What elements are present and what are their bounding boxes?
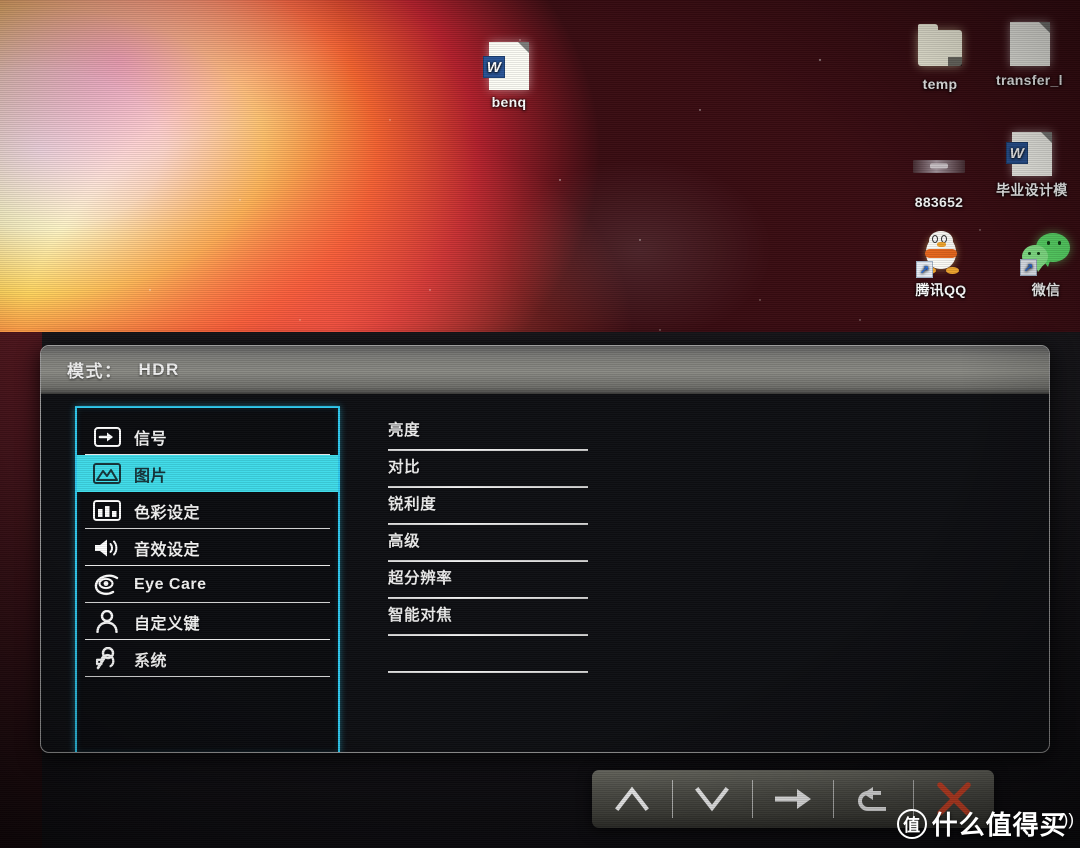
divider (85, 675, 330, 677)
sidebar-item-system[interactable]: 系统 (77, 640, 338, 677)
osd-mode-value: HDR (138, 359, 180, 379)
sidebar-item-signal[interactable]: 信号 (77, 418, 338, 455)
monitor-screen: W benq temp transfer_l 883652 W 毕业设计模 ↗ … (0, 0, 1080, 848)
undo-arrow-icon (856, 785, 892, 813)
sidebar-item-label: 系统 (134, 652, 168, 670)
osd-menu-panel: 模式： HDR 信号 图片 色彩设定 音效设定 Eye Care 自定义键 系统… (40, 345, 1050, 753)
desktop-icon-label: transfer_l (996, 72, 1063, 88)
shortcut-arrow-icon: ↗ (1020, 259, 1037, 276)
sidebar-item-color-settings[interactable]: 色彩设定 (77, 492, 338, 529)
desktop-icon-label: 毕业设计模 (996, 182, 1068, 198)
option-row-super-resolution[interactable]: 超分辨率 (388, 564, 588, 601)
osd-body: 信号 图片 色彩设定 音效设定 Eye Care 自定义键 系统 亮度 对比 锐… (41, 394, 1049, 752)
custom-key-icon (91, 610, 123, 634)
audio-settings-icon (91, 536, 123, 560)
osd-mode-label: 模式： (67, 362, 123, 381)
option-row-brightness[interactable]: 亮度 (388, 416, 588, 453)
divider (388, 597, 588, 599)
desktop-icon-benq[interactable]: W benq (463, 40, 555, 110)
desktop-dark-area-left (0, 332, 42, 848)
color-settings-icon (91, 499, 123, 523)
option-label: 超分辨率 (388, 570, 453, 587)
file-icon (996, 18, 1056, 70)
signal-icon (91, 425, 123, 449)
word-document-icon: W (996, 128, 1060, 180)
desktop-icon-label: 883652 (914, 194, 964, 210)
arrow-right-icon (773, 786, 813, 812)
word-document-icon: W (463, 40, 555, 92)
chevron-up-icon (614, 786, 649, 812)
sidebar-item-label: 自定义键 (134, 615, 201, 633)
divider (388, 486, 588, 488)
desktop-icon-883652[interactable]: 883652 (893, 140, 985, 210)
sidebar-item-picture[interactable]: 图片 (77, 455, 338, 492)
close-x-icon (935, 782, 973, 816)
sidebar-item-label: 音效设定 (134, 541, 201, 559)
osd-control-bar (592, 770, 994, 828)
divider (388, 523, 588, 525)
osd-sidebar: 信号 图片 色彩设定 音效设定 Eye Care 自定义键 系统 (75, 406, 340, 752)
desktop-icon-label: 腾讯QQ (915, 282, 967, 298)
enter-button[interactable] (753, 770, 833, 828)
option-row-empty (388, 638, 588, 675)
sidebar-item-label: Eye Care (134, 575, 207, 593)
sidebar-item-eye-care[interactable]: Eye Care (77, 566, 338, 603)
picture-icon (91, 462, 123, 486)
sidebar-item-label: 色彩设定 (134, 504, 201, 522)
option-label: 智能对焦 (388, 607, 453, 624)
desktop-icon-label: benq (491, 94, 527, 110)
osd-options-list: 亮度 对比 锐利度 高级 超分辨率 智能对焦 (340, 406, 1049, 752)
sidebar-item-audio-settings[interactable]: 音效设定 (77, 529, 338, 566)
divider (388, 560, 588, 562)
divider (388, 449, 588, 451)
chevron-down-icon (695, 786, 730, 812)
exit-button[interactable] (914, 770, 994, 828)
system-wrench-icon (91, 646, 123, 671)
desktop-icon-label: temp (922, 76, 958, 92)
down-button[interactable] (673, 770, 753, 828)
sidebar-item-custom-key[interactable]: 自定义键 (77, 603, 338, 640)
option-label: 高级 (388, 533, 421, 550)
desktop-icon-label: 微信 (1031, 282, 1061, 298)
desktop-icon-graduation-doc[interactable]: W 毕业设计模 (996, 128, 1080, 198)
file-icon (893, 140, 985, 192)
option-row-smart-focus[interactable]: 智能对焦 (388, 601, 588, 638)
wechat-icon: ↗ (1000, 228, 1080, 280)
up-button[interactable] (592, 770, 672, 828)
desktop-icon-temp[interactable]: temp (894, 22, 986, 92)
option-label: 锐利度 (388, 496, 437, 513)
option-label: 对比 (388, 459, 421, 476)
back-button[interactable] (834, 770, 914, 828)
eye-care-icon (91, 573, 123, 597)
sidebar-item-label: 信号 (134, 430, 168, 448)
desktop-icon-transfer[interactable]: transfer_l (996, 18, 1080, 88)
qq-penguin-icon: ↗ (895, 228, 987, 280)
osd-titlebar: 模式： HDR (41, 346, 1049, 394)
option-row-sharpness[interactable]: 锐利度 (388, 490, 588, 527)
folder-icon (894, 22, 986, 74)
option-label: 亮度 (388, 422, 421, 439)
sidebar-item-label: 图片 (134, 467, 168, 485)
desktop-icon-tencent-qq[interactable]: ↗ 腾讯QQ (895, 228, 987, 298)
divider (388, 634, 588, 636)
divider (388, 671, 588, 673)
desktop-icon-wechat[interactable]: ↗ 微信 (1000, 228, 1080, 298)
option-row-advanced[interactable]: 高级 (388, 527, 588, 564)
shortcut-arrow-icon: ↗ (916, 261, 933, 278)
option-row-contrast[interactable]: 对比 (388, 453, 588, 490)
